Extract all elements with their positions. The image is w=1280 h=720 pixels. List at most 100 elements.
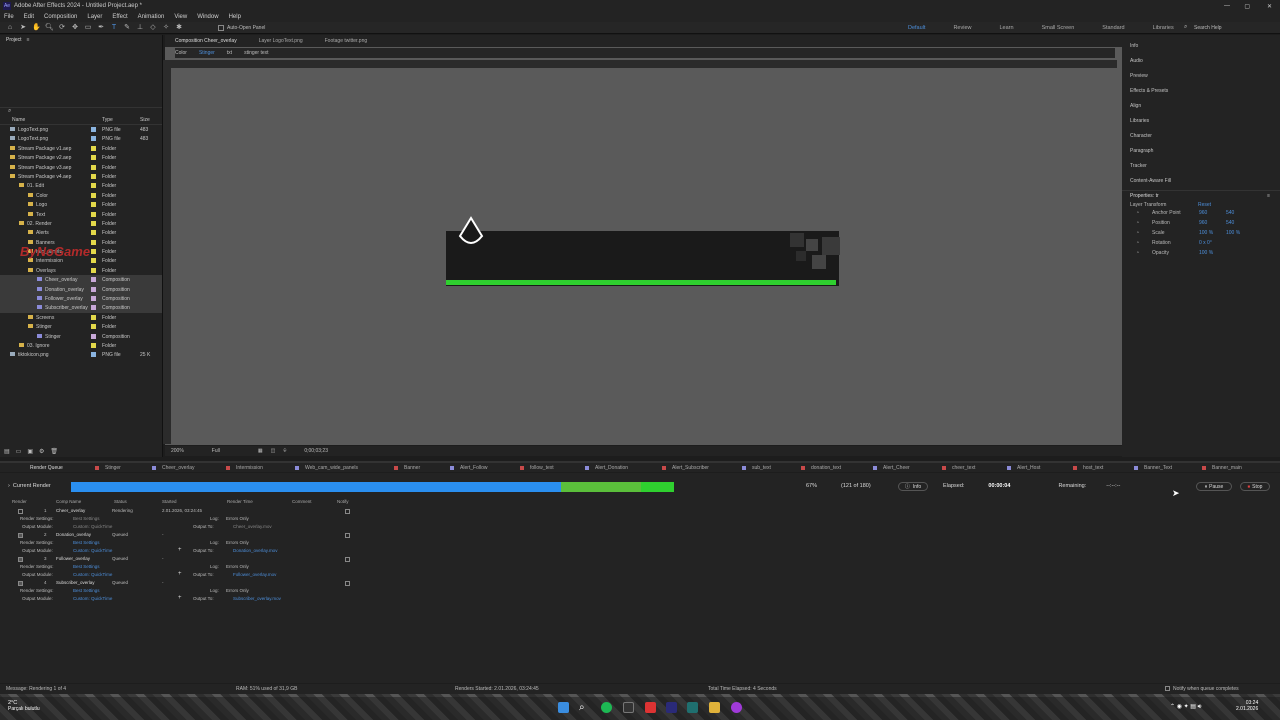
panel-menu-icon[interactable]: ≡ bbox=[1267, 193, 1270, 199]
output-module-value[interactable]: Custom: QuickTime bbox=[73, 596, 112, 601]
tab-alert-donation[interactable]: Alert_Donation bbox=[595, 465, 628, 471]
output-to-value[interactable]: Subscriber_overlay.mov bbox=[233, 596, 281, 601]
project-item[interactable]: 03. Ignore Folder bbox=[0, 341, 162, 350]
orbit-tool-icon[interactable]: ⟳ bbox=[58, 24, 66, 32]
notify-checkbox[interactable] bbox=[345, 557, 350, 562]
tab-layer-logotext[interactable]: Layer LogoText.png bbox=[259, 38, 303, 44]
file-explorer-icon[interactable] bbox=[709, 702, 720, 713]
column-comp-name[interactable]: Comp Name bbox=[56, 499, 114, 504]
log-dropdown[interactable]: Errors Only bbox=[226, 516, 249, 521]
reset-button[interactable]: Reset bbox=[1198, 202, 1211, 208]
project-item[interactable]: Overlays Folder bbox=[0, 266, 162, 275]
column-started[interactable]: Started bbox=[162, 499, 227, 504]
label-color-swatch[interactable] bbox=[91, 296, 96, 302]
property-value[interactable]: 960 bbox=[1199, 220, 1207, 226]
label-color-swatch[interactable] bbox=[91, 164, 96, 170]
label-color-swatch[interactable] bbox=[91, 220, 96, 226]
zoom-dropdown[interactable]: 200% bbox=[171, 448, 184, 454]
terminal-icon[interactable] bbox=[623, 702, 634, 713]
render-comp-name[interactable]: Subscriber_overlay bbox=[56, 580, 95, 585]
tab-host-text[interactable]: host_text bbox=[1083, 465, 1103, 471]
log-dropdown[interactable]: Errors Only bbox=[226, 588, 249, 593]
property-value[interactable]: 960 bbox=[1199, 210, 1207, 216]
label-color-swatch[interactable] bbox=[91, 192, 96, 198]
panel-libraries[interactable]: Libraries bbox=[1122, 113, 1280, 128]
tab-intermission[interactable]: Intermission bbox=[236, 465, 263, 471]
label-color-swatch[interactable] bbox=[91, 230, 96, 236]
horizontal-ruler[interactable] bbox=[170, 60, 1117, 68]
label-color-swatch[interactable] bbox=[91, 286, 96, 292]
project-item[interactable]: Subscriber_overlay Composition bbox=[0, 303, 162, 313]
panel-tracker[interactable]: Tracker bbox=[1122, 158, 1280, 173]
notify-checkbox[interactable] bbox=[1165, 686, 1170, 691]
search-icon[interactable]: ⌕ bbox=[579, 702, 590, 713]
label-color-swatch[interactable] bbox=[91, 239, 96, 245]
render-checkbox[interactable] bbox=[18, 557, 23, 562]
snapshot-icon[interactable]: ⌾ bbox=[283, 448, 286, 454]
project-item[interactable]: Cheer_overlay Composition bbox=[0, 275, 162, 285]
brush-tool-icon[interactable]: ✎ bbox=[123, 24, 131, 32]
minimize-button[interactable]: — bbox=[1224, 3, 1230, 9]
breadcrumb-txt[interactable]: txt bbox=[227, 50, 232, 56]
menu-edit[interactable]: Edit bbox=[24, 14, 34, 20]
column-comment[interactable]: Comment bbox=[292, 499, 337, 504]
interpret-footage-icon[interactable]: ▤ bbox=[4, 448, 10, 455]
render-comp-name[interactable]: Donation_overlay bbox=[56, 532, 91, 537]
panel-audio[interactable]: Audio bbox=[1122, 53, 1280, 68]
property-value-2[interactable]: 540 bbox=[1226, 220, 1234, 226]
log-dropdown[interactable]: Errors Only bbox=[226, 564, 249, 569]
label-color-swatch[interactable] bbox=[91, 211, 96, 217]
puppet-tool-icon[interactable]: ✱ bbox=[175, 24, 183, 32]
menu-effect[interactable]: Effect bbox=[112, 14, 127, 20]
tab-web-cam-wide-panels[interactable]: Web_cam_wide_panels bbox=[305, 465, 358, 471]
project-item[interactable]: Stream Package v2.aep Folder bbox=[0, 153, 162, 162]
column-notify[interactable]: Notify bbox=[337, 499, 349, 504]
column-status[interactable]: Status bbox=[114, 499, 162, 504]
breadcrumb-stinger-text[interactable]: stinger text bbox=[244, 50, 268, 56]
hand-tool-icon[interactable]: ✋ bbox=[32, 24, 41, 32]
render-comp-name[interactable]: Cheer_overlay bbox=[56, 508, 85, 513]
menu-file[interactable]: File bbox=[4, 14, 14, 20]
breadcrumb-color[interactable]: Color bbox=[175, 50, 187, 56]
after-effects-icon[interactable] bbox=[666, 702, 677, 713]
system-tray[interactable]: ⌃ ◉ ✦ ▤ 🔊︎ bbox=[1170, 703, 1201, 711]
search-icon[interactable]: ⌕ bbox=[1184, 24, 1187, 31]
panel-preview[interactable]: Preview bbox=[1122, 68, 1280, 83]
output-to-value[interactable]: Donation_overlay.mov bbox=[233, 548, 277, 553]
label-color-swatch[interactable] bbox=[91, 127, 96, 132]
render-checkbox[interactable] bbox=[18, 581, 23, 586]
property-value[interactable]: 0 x 0° bbox=[1199, 240, 1212, 246]
tab-stinger[interactable]: Stinger bbox=[105, 465, 121, 471]
new-folder-icon[interactable]: ▭ bbox=[16, 448, 22, 455]
workspace-standard[interactable]: Standard bbox=[1102, 25, 1124, 31]
property-value-2[interactable]: 540 bbox=[1226, 210, 1234, 216]
stopwatch-icon[interactable]: ◔ bbox=[1136, 240, 1139, 246]
notify-checkbox[interactable] bbox=[345, 533, 350, 538]
stopwatch-icon[interactable]: ◔ bbox=[1136, 250, 1139, 256]
pause-button[interactable]: ⏸ Pause bbox=[1196, 482, 1232, 491]
project-item[interactable]: Text Folder bbox=[0, 210, 162, 219]
tab-cheer-overlay[interactable]: Cheer_overlay bbox=[162, 465, 195, 471]
project-item[interactable]: 01. Edit Folder bbox=[0, 181, 162, 190]
project-settings-icon[interactable]: ⚙ bbox=[39, 448, 44, 455]
mask-icon[interactable]: ◫ bbox=[271, 448, 276, 454]
clone-stamp-tool-icon[interactable]: ⊥ bbox=[136, 24, 144, 32]
tab-footage-twitter[interactable]: Footage twitter.png bbox=[325, 38, 368, 44]
render-settings-value[interactable]: Best Settings bbox=[73, 516, 100, 521]
breadcrumb-stinger[interactable]: Stinger bbox=[199, 50, 215, 56]
tab-alert-subscriber[interactable]: Alert_Subscriber bbox=[672, 465, 709, 471]
stopwatch-icon[interactable]: ◔ bbox=[1136, 210, 1139, 216]
panel-character[interactable]: Character bbox=[1122, 128, 1280, 143]
label-color-swatch[interactable] bbox=[91, 202, 96, 208]
column-render[interactable]: Render bbox=[12, 499, 56, 504]
label-color-swatch[interactable] bbox=[91, 258, 96, 264]
tab-banner-text[interactable]: Banner_Text bbox=[1144, 465, 1172, 471]
project-item[interactable]: Stinger Composition bbox=[0, 332, 162, 341]
vertical-ruler[interactable] bbox=[163, 60, 171, 444]
panel-menu-icon[interactable]: ≡ bbox=[27, 37, 30, 43]
label-color-swatch[interactable] bbox=[91, 155, 96, 161]
render-comp-name[interactable]: Follower_overlay bbox=[56, 556, 90, 561]
tab-cheer-text[interactable]: cheer_text bbox=[952, 465, 975, 471]
label-color-swatch[interactable] bbox=[91, 267, 96, 273]
log-dropdown[interactable]: Errors Only bbox=[226, 540, 249, 545]
